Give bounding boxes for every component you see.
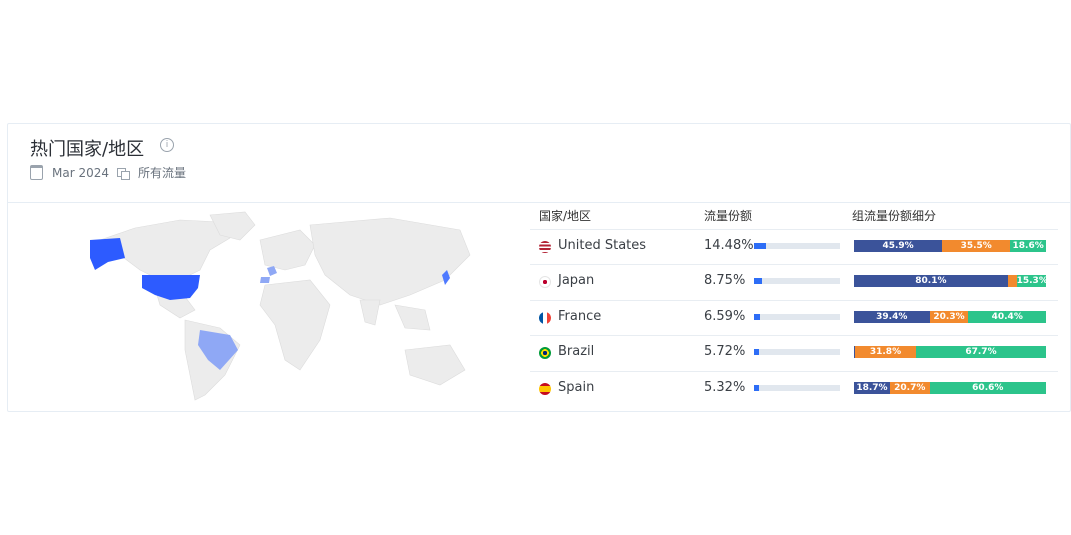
traffic-share-bar-fill: [754, 385, 759, 391]
traffic-type-label[interactable]: 所有流量: [138, 164, 186, 181]
breakdown-bar: 39.4% 20.3% 40.4%: [854, 311, 1046, 323]
country-name[interactable]: United States: [558, 238, 646, 253]
traffic-share-bar-fill: [754, 278, 762, 284]
card-title: 热门国家/地区: [30, 139, 145, 160]
traffic-share-bar: [754, 349, 840, 355]
meta-row: Mar 2024 所有流量: [30, 164, 186, 181]
traffic-share-value: 6.59%: [704, 309, 746, 324]
breakdown-segment-green[interactable]: 18.6%: [1010, 240, 1046, 252]
date-label[interactable]: Mar 2024: [52, 166, 109, 180]
br-flag-icon: [539, 347, 551, 359]
map-australia: [404, 344, 466, 386]
map-spain: [260, 277, 270, 283]
country-name[interactable]: Brazil: [558, 344, 594, 359]
traffic-share-bar: [754, 278, 840, 284]
traffic-share-value: 5.32%: [704, 380, 746, 395]
calendar-icon: [30, 165, 43, 180]
traffic-share-value: 14.48%: [704, 238, 754, 253]
table-row[interactable]: United States 14.48% 45.9% 35.5% 18.6%: [530, 229, 1058, 265]
es-flag-icon: [539, 383, 551, 395]
traffic-share-bar-fill: [754, 349, 759, 355]
breakdown-segment-dark[interactable]: 80.1%: [854, 275, 1008, 287]
table-row[interactable]: Spain 5.32% 18.7% 20.7% 60.6%: [530, 371, 1058, 407]
header-country: 国家/地区: [539, 209, 592, 223]
table-row[interactable]: Japan 8.75% 80.1% 15.3%: [530, 264, 1058, 300]
breakdown-segment-orange[interactable]: 35.5%: [942, 240, 1011, 252]
map-asia: [309, 217, 471, 306]
country-name[interactable]: Japan: [558, 273, 594, 288]
breakdown-bar: 18.7% 20.7% 60.6%: [854, 382, 1046, 394]
map-usa: [142, 275, 200, 300]
world-map: [90, 211, 471, 401]
breakdown-segment-green[interactable]: 60.6%: [929, 382, 1046, 394]
fr-flag-icon: [539, 312, 551, 324]
header-share: 流量份额: [704, 209, 753, 223]
breakdown-segment-dark[interactable]: 39.4%: [854, 311, 930, 323]
map-europe: [259, 229, 316, 271]
traffic-share-bar: [754, 385, 840, 391]
map-africa: [259, 279, 331, 371]
breakdown-segment-orange[interactable]: 31.8%: [854, 346, 916, 358]
breakdown-segment-green[interactable]: 67.7%: [916, 346, 1046, 358]
traffic-type-icon: [117, 167, 130, 180]
breakdown-bar: 31.8% 67.7%: [854, 346, 1046, 358]
breakdown-segment-green[interactable]: 40.4%: [968, 311, 1046, 323]
map-alaska: [90, 238, 125, 270]
table-row[interactable]: France 6.59% 39.4% 20.3% 40.4%: [530, 300, 1058, 336]
card-header: 热门国家/地区 i Mar 2024 所有流量: [8, 124, 1070, 203]
breakdown-segment-dark[interactable]: 45.9%: [854, 240, 943, 252]
header-breakdown: 组流量份额细分: [852, 209, 937, 223]
info-icon[interactable]: i: [160, 138, 174, 152]
breakdown-segment-orange[interactable]: 20.3%: [929, 311, 969, 323]
us-flag-icon: [539, 241, 551, 253]
traffic-share-value: 5.72%: [704, 344, 746, 359]
country-name[interactable]: France: [558, 309, 601, 324]
traffic-share-bar-fill: [754, 243, 767, 249]
jp-flag-icon: [539, 276, 551, 288]
breakdown-bar: 45.9% 35.5% 18.6%: [854, 240, 1046, 252]
traffic-share-bar: [754, 243, 840, 249]
map-se-asia: [394, 304, 431, 331]
country-name[interactable]: Spain: [558, 380, 594, 395]
breakdown-segment-orange[interactable]: [1007, 275, 1017, 287]
map-india: [359, 299, 381, 326]
traffic-share-bar: [754, 314, 840, 320]
breakdown-segment-dark[interactable]: 18.7%: [854, 382, 890, 394]
traffic-share-bar-fill: [754, 314, 760, 320]
breakdown-segment-orange[interactable]: 20.7%: [889, 382, 930, 394]
table-row[interactable]: Brazil 5.72% 31.8% 67.7%: [530, 335, 1058, 371]
breakdown-bar: 80.1% 15.3%: [854, 275, 1046, 287]
breakdown-segment-green[interactable]: 15.3%: [1016, 275, 1046, 287]
traffic-share-value: 8.75%: [704, 273, 746, 288]
